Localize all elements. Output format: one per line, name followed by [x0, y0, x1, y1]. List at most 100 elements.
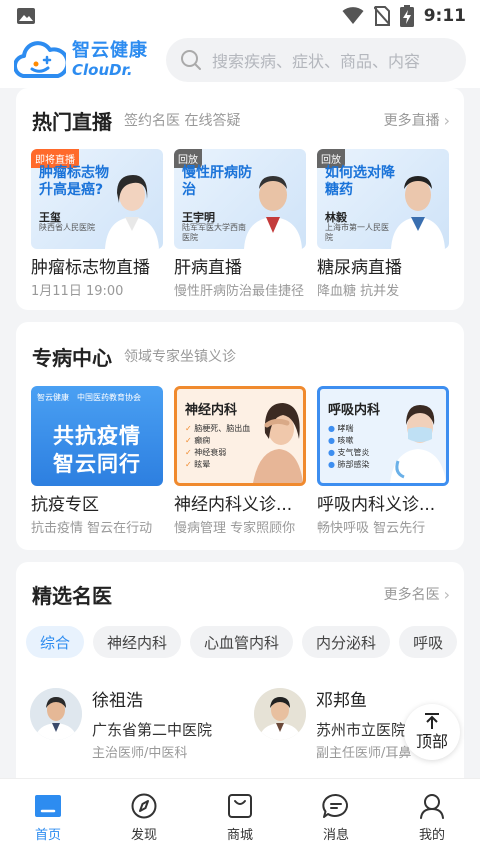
bullet-text: 眩晕	[194, 460, 211, 469]
shopping-bag-icon	[228, 794, 252, 818]
tab-endocrinology[interactable]: 内分泌科	[302, 626, 391, 658]
bullet: ✓ 神经衰弱	[185, 448, 227, 457]
nav-profile-label: 我的	[418, 828, 445, 843]
logo-english: ClouDr.	[72, 61, 133, 79]
user-icon	[420, 794, 444, 819]
bullet-text: 咳嗽	[337, 436, 354, 445]
specialty-item[interactable]: 智云健康 中国医药教育协会 共抗疫情 智云同行 抗疫专区 抗击疫情 智云在行动	[31, 386, 163, 536]
back-to-top-label: 顶部	[415, 732, 448, 751]
gallery-icon	[17, 8, 35, 24]
tab-comprehensive[interactable]: 综合	[26, 626, 85, 658]
bullet: ● 肺部感染	[328, 460, 370, 469]
app-header: 智云健康 ClouDr. 搜索疾病、症状、商品、内容	[0, 32, 480, 88]
specialty-thumb-line1: 共抗疫情	[53, 424, 141, 448]
live-thumbnail: 回放 如何选对降糖药 林毅 上海市第一人民医院	[317, 149, 449, 249]
live-thumb-hospital: 陆军军医大学西南医院	[182, 223, 246, 242]
doctor-name: 徐祖浩	[92, 691, 143, 711]
live-thumbnail: 即将直播 肿瘤标志物升高是癌? 王玺 陕西省人民医院	[31, 149, 163, 249]
chevron-right-icon: ›	[443, 584, 450, 604]
doctors-section-title: 精选名医	[32, 583, 112, 608]
search-icon	[181, 50, 201, 70]
doctor-name: 邓邦鱼	[316, 691, 367, 711]
nav-home[interactable]: 首页	[0, 779, 96, 853]
battery-charging-icon	[399, 5, 414, 27]
app-logo[interactable]: 智云健康 ClouDr.	[14, 38, 154, 82]
live-item[interactable]: 即将直播 肿瘤标志物升高是癌? 王玺 陕西省人民医院 肿瘤标志物直播 1月11日…	[31, 149, 163, 299]
doctors-section: 精选名医 更多名医 › 综合 神经内科 心血管内科 内分泌科 呼吸 徐祖浩 广东…	[16, 562, 464, 778]
doctor-photo	[244, 176, 302, 249]
cloud-logo-icon	[14, 41, 66, 79]
specialty-thumb-title: 呼吸内科	[328, 403, 381, 418]
doctor-card[interactable]: 徐祖浩 广东省第二中医院 主治医师/中医科	[30, 688, 212, 761]
specialty-item[interactable]: 神经内科 ✓ 脑梗死、脑出血 ✓ 癫痫 ✓ 神经衰弱 ✓ 眩晕 神经内科义诊..…	[174, 386, 306, 536]
bullet: ● 咳嗽	[328, 436, 354, 445]
bullet: ● 哮喘	[328, 424, 354, 433]
tab-cardiology[interactable]: 心血管内科	[190, 626, 294, 658]
specialty-desc: 抗击疫情 智云在行动	[31, 521, 153, 536]
live-name: 肝病直播	[174, 258, 242, 278]
status-time: 9:11	[423, 6, 466, 26]
live-thumb-title: 如何选对降糖药	[325, 165, 395, 198]
specialty-section: 专病中心 领域专家坐镇义诊 智云健康 中国医药教育协会 共抗疫情 智云同行 抗疫…	[16, 322, 464, 550]
specialty-desc: 慢病管理 专家照顾你	[174, 521, 296, 536]
more-doctors-link[interactable]: 更多名医 ›	[384, 584, 450, 604]
search-bar[interactable]: 搜索疾病、症状、商品、内容	[166, 38, 466, 82]
banner-right: 中国医药教育协会	[77, 393, 141, 402]
bullet: ✓ 眩晕	[185, 460, 211, 469]
live-item[interactable]: 回放 慢性肝病防治 王宇明 陆军军医大学西南医院 肝病直播 慢性肝病防治最佳捷径	[174, 149, 306, 299]
bullet: ✓ 脑梗死、脑出血	[185, 424, 251, 433]
chevron-right-icon: ›	[443, 110, 450, 130]
back-to-top-button[interactable]: 顶部	[404, 704, 460, 760]
doctor-with-mask-photo	[390, 405, 446, 483]
search-placeholder: 搜索疾病、症状、商品、内容	[212, 52, 421, 71]
banner-left: 智云健康	[37, 393, 69, 402]
status-bar: 9:11	[0, 0, 480, 32]
specialty-name: 抗疫专区	[31, 495, 99, 515]
no-sim-icon	[373, 6, 390, 26]
tab-neurology[interactable]: 神经内科	[93, 626, 182, 658]
doctors-section-header: 精选名医 更多名医 ›	[32, 580, 450, 608]
logo-text: 智云健康 ClouDr.	[72, 42, 148, 78]
doctor-title: 主治医师/中医科	[92, 746, 188, 761]
status-right: 9:11	[342, 5, 466, 27]
specialty-section-title: 专病中心	[32, 345, 112, 370]
specialty-thumbnail: 神经内科 ✓ 脑梗死、脑出血 ✓ 癫痫 ✓ 神经衰弱 ✓ 眩晕	[174, 386, 306, 486]
bullet: ● 支气管炎	[328, 448, 370, 457]
bullet-text: 哮喘	[337, 424, 354, 433]
specialty-desc: 畅快呼吸 智云先行	[317, 521, 426, 536]
doctor-title: 副主任医师/耳鼻	[316, 746, 412, 761]
specialty-section-header: 专病中心 领域专家坐镇义诊	[32, 342, 450, 370]
bottom-navigation: 首页 发现 商城 消息 我的	[0, 778, 480, 853]
nav-discover[interactable]: 发现	[96, 779, 192, 853]
doctor-card[interactable]: 邓邦鱼 苏州市立医院 副主任医师/耳鼻	[254, 688, 411, 761]
nav-messages-label: 消息	[322, 828, 349, 843]
specialty-thumb-title: 神经内科	[185, 403, 238, 418]
specialty-bullets: ✓ 脑梗死、脑出血 ✓ 癫痫 ✓ 神经衰弱 ✓ 眩晕	[185, 423, 250, 471]
specialty-item[interactable]: 呼吸内科 ● 哮喘 ● 咳嗽 ● 支气管炎 ● 肺部感染 呼吸内科义诊... 畅…	[317, 386, 449, 536]
doctor-hospital: 苏州市立医院	[316, 721, 407, 739]
doctor-avatar-photo	[30, 688, 82, 740]
avatar	[254, 688, 306, 740]
home-content[interactable]: 热门直播 签约名医 在线答疑 更多直播 › 即将直播 肿瘤标志物升高是癌? 王玺…	[0, 88, 480, 778]
bullet-text: 脑梗死、脑出血	[194, 424, 251, 433]
bullet-text: 支气管炎	[337, 448, 370, 457]
nav-profile[interactable]: 我的	[384, 779, 480, 853]
doctor-info: 邓邦鱼 苏州市立医院 副主任医师/耳鼻	[316, 688, 411, 761]
patient-photo	[253, 403, 303, 483]
nav-home-label: 首页	[34, 828, 61, 843]
specialty-banner: 智云健康 中国医药教育协会	[37, 392, 141, 403]
nav-messages[interactable]: 消息	[288, 779, 384, 853]
live-desc: 1月11日 19:00	[31, 284, 124, 299]
nav-mall[interactable]: 商城	[192, 779, 288, 853]
tab-respiratory[interactable]: 呼吸	[399, 626, 458, 658]
specialty-bullets: ● 哮喘 ● 咳嗽 ● 支气管炎 ● 肺部感染	[328, 423, 370, 471]
avatar	[30, 688, 82, 740]
home-icon	[35, 795, 61, 817]
wifi-icon	[342, 7, 364, 24]
doctor-info: 徐祖浩 广东省第二中医院 主治医师/中医科	[92, 688, 212, 761]
more-live-link[interactable]: 更多直播 ›	[384, 110, 450, 130]
live-thumbnail: 回放 慢性肝病防治 王宇明 陆军军医大学西南医院	[174, 149, 306, 249]
live-item[interactable]: 回放 如何选对降糖药 林毅 上海市第一人民医院 糖尿病直播 降血糖 抗并发	[317, 149, 449, 299]
chat-bubble-icon	[322, 793, 348, 818]
doctor-photo	[105, 175, 159, 249]
